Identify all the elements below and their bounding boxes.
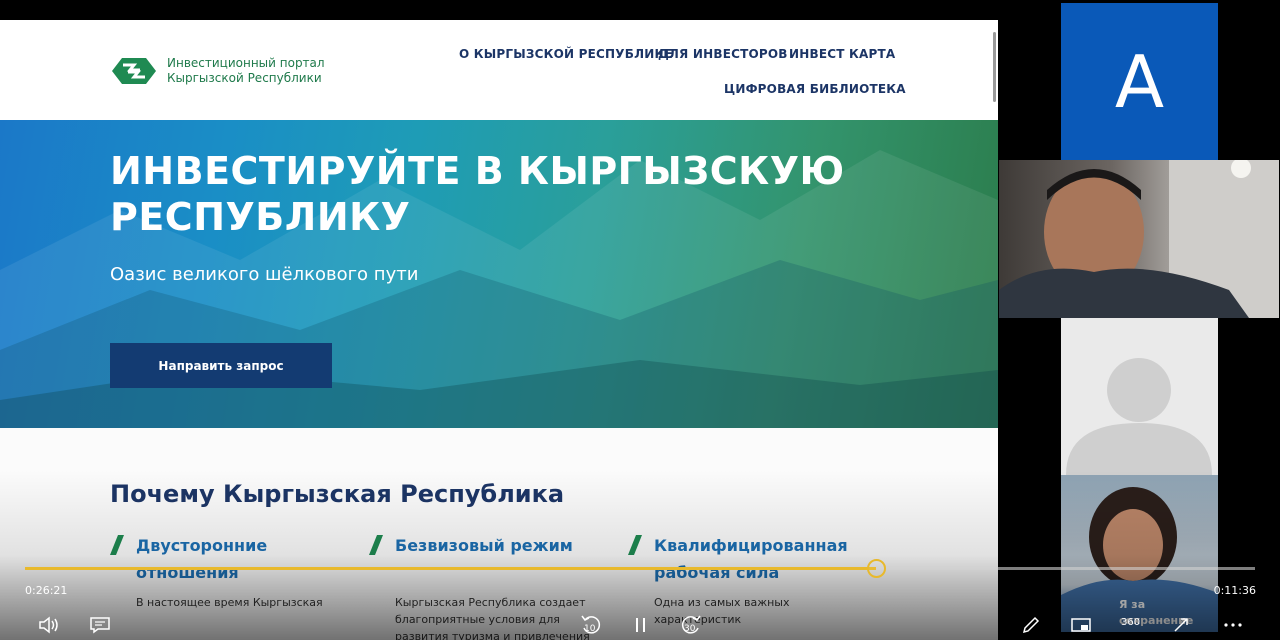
nav-invest-map[interactable]: ИНВЕСТ КАРТА xyxy=(789,47,895,61)
avatar-letter: А xyxy=(1114,39,1165,124)
portal-logo-icon xyxy=(112,58,156,84)
remaining-time: 0:11:36 xyxy=(1213,584,1256,597)
360-view-button[interactable]: 360 xyxy=(1118,612,1144,638)
logo-line-2: Кыргызской Республики xyxy=(167,71,322,85)
rewind-10-button[interactable]: 10 xyxy=(578,612,604,638)
participant-silhouette xyxy=(999,160,1279,318)
participant-placeholder[interactable] xyxy=(1061,318,1218,475)
send-request-button[interactable]: Направить запрос xyxy=(110,343,332,388)
hero-title: ИНВЕСТИРУЙТЕ В КЫРГЫЗСКУЮ РЕСПУБЛИКУ xyxy=(110,149,845,239)
participant-video-1[interactable] xyxy=(999,160,1279,318)
captions-icon xyxy=(90,617,110,634)
nav-investors[interactable]: ДЛЯ ИНВЕСТОРОВ xyxy=(658,47,788,61)
volume-button[interactable] xyxy=(36,612,62,638)
why-title: Почему Кыргызская Республика xyxy=(110,480,565,508)
feature-title: Квалифицированная рабочая сила xyxy=(654,536,848,582)
picture-in-picture-icon xyxy=(1071,618,1091,632)
slash-icon xyxy=(369,535,383,555)
elapsed-time: 0:26:21 xyxy=(25,584,68,597)
slash-icon xyxy=(628,535,642,555)
captions-button[interactable] xyxy=(87,612,113,638)
pen-icon xyxy=(1022,616,1040,634)
scrollbar-thumb[interactable] xyxy=(993,32,996,102)
participant-avatar[interactable]: А xyxy=(1061,3,1218,160)
pause-icon xyxy=(636,618,645,632)
why-section: Почему Кыргызская Республика Двусторонни… xyxy=(0,428,998,640)
expand-button[interactable] xyxy=(1168,612,1194,638)
portal-logo-text[interactable]: Инвестиционный портал Кыргызской Республ… xyxy=(167,56,325,86)
annotate-button[interactable] xyxy=(1018,612,1044,638)
feature-title: Двусторонние отношения xyxy=(136,536,268,582)
seek-thumb[interactable] xyxy=(867,559,886,578)
site-header: Инвестиционный портал Кыргызской Республ… xyxy=(0,20,998,120)
nav-digital-library[interactable]: ЦИФРОВАЯ БИБЛИОТЕКА xyxy=(724,82,906,96)
nav-about[interactable]: О КЫРГЫЗСКОЙ РЕСПУБЛИКЕ xyxy=(459,47,673,61)
forward-label: 30 xyxy=(684,624,696,634)
more-icon xyxy=(1224,623,1242,627)
360-view-icon: 360 xyxy=(1121,617,1141,628)
hero-subtitle: Оазис великого шёлкового пути xyxy=(110,264,419,285)
slash-icon xyxy=(110,535,124,555)
user-placeholder-icon xyxy=(1066,358,1212,475)
feature-title: Безвизовый режим xyxy=(395,536,573,555)
forward-30-button[interactable]: 30 xyxy=(678,612,704,638)
feature-text: В настоящее время Кыргызская xyxy=(136,596,323,609)
pip-button[interactable] xyxy=(1068,612,1094,638)
shared-screen: Инвестиционный портал Кыргызской Республ… xyxy=(0,20,998,640)
pause-button[interactable] xyxy=(628,612,654,638)
volume-icon xyxy=(39,616,58,634)
expand-icon xyxy=(1174,618,1188,632)
seek-progress xyxy=(25,567,876,570)
more-button[interactable] xyxy=(1220,612,1246,638)
rewind-label: 10 xyxy=(584,624,596,634)
logo-line-1: Инвестиционный портал xyxy=(167,56,325,70)
participant-video-2[interactable]: Я за сохранение ЕДИНЦОВ! xyxy=(1061,475,1218,632)
hero-banner: ИНВЕСТИРУЙТЕ В КЫРГЫЗСКУЮ РЕСПУБЛИКУ Оаз… xyxy=(0,120,998,428)
